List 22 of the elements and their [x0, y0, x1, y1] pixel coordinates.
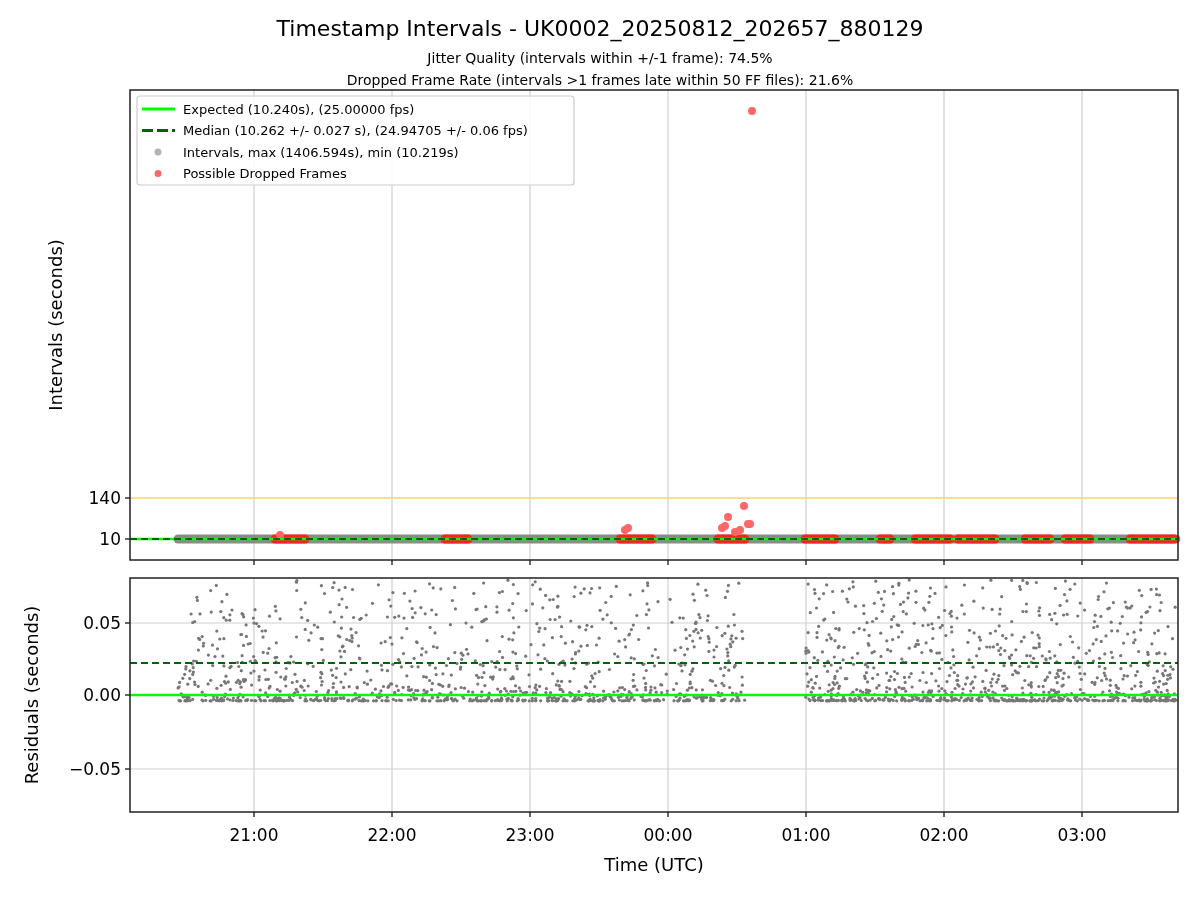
legend-label: Possible Dropped Frames: [183, 166, 347, 181]
axis-tick-label: 22:00: [367, 825, 417, 845]
axis-tick-label: 00:00: [643, 825, 693, 845]
axis-label: Time (UTC): [604, 854, 704, 875]
axis-tick-label: −0.05: [68, 759, 121, 779]
chart-title: Timestamp Intervals - UK0002_20250812_202657_880129: [276, 16, 924, 41]
axis-tick-label: 21:00: [229, 825, 279, 845]
axis-tick-label: 140: [88, 488, 121, 508]
axis-tick-label: 0.05: [83, 613, 121, 633]
legend-label: Intervals, max (1406.594s), min (10.219s): [183, 144, 459, 160]
axis-tick-label: 01:00: [781, 825, 831, 845]
legend-label: Median (10.262 +/- 0.027 s), (24.94705 +/- 0.06 fps): [183, 123, 528, 138]
chart-subtitle: Dropped Frame Rate (intervals >1 frames late within 50 FF files): 21.6%: [346, 72, 854, 88]
axis-tick-label: 10: [99, 529, 121, 549]
axis-tick-label: 0.00: [83, 685, 121, 705]
legend-label: Expected (10.240s), (25.00000 fps): [183, 101, 415, 117]
chart-subtitle: Jitter Quality (intervals within +/-1 frame): 74.5%: [427, 50, 773, 66]
axis-tick-label: 02:00: [919, 825, 969, 845]
axis-label: Intervals (seconds): [45, 239, 66, 411]
axis-label: Residuals (seconds): [21, 605, 42, 785]
axis-tick-label: 23:00: [505, 825, 555, 845]
axis-tick-label: 03:00: [1057, 825, 1107, 845]
